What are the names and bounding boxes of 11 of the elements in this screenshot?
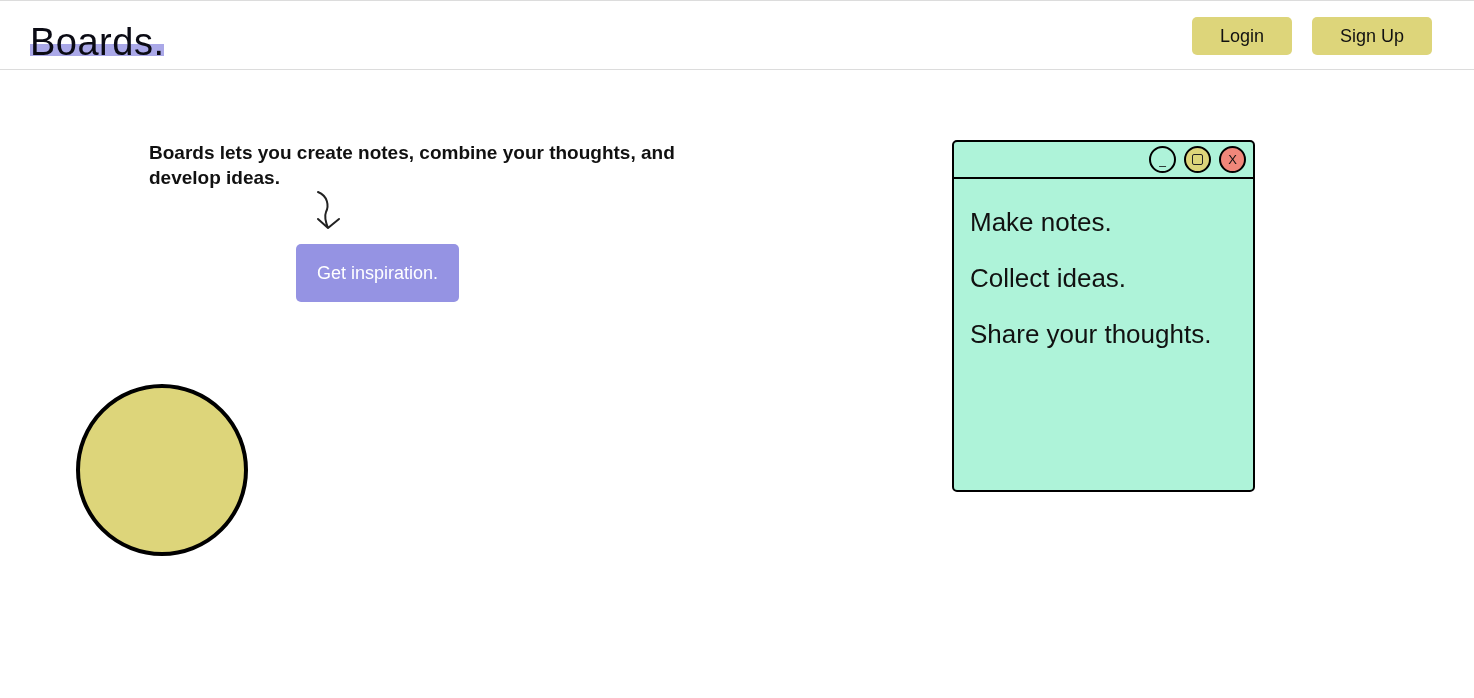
minimize-button[interactable]: _ (1149, 146, 1176, 173)
curved-arrow-icon (314, 190, 342, 230)
note-text: Share your thoughts. (970, 319, 1213, 349)
close-button[interactable]: X (1219, 146, 1246, 173)
login-button[interactable]: Login (1191, 17, 1292, 55)
note-text: Make notes. (970, 207, 1113, 237)
tagline: Boards lets you create notes, combine your thoughts, and develop ideas. (149, 141, 676, 190)
maximize-button[interactable] (1184, 146, 1211, 173)
note-text: Collect ideas. (970, 263, 1128, 293)
square-icon (1192, 154, 1203, 165)
sign-up-button[interactable]: Sign Up (1311, 17, 1432, 55)
